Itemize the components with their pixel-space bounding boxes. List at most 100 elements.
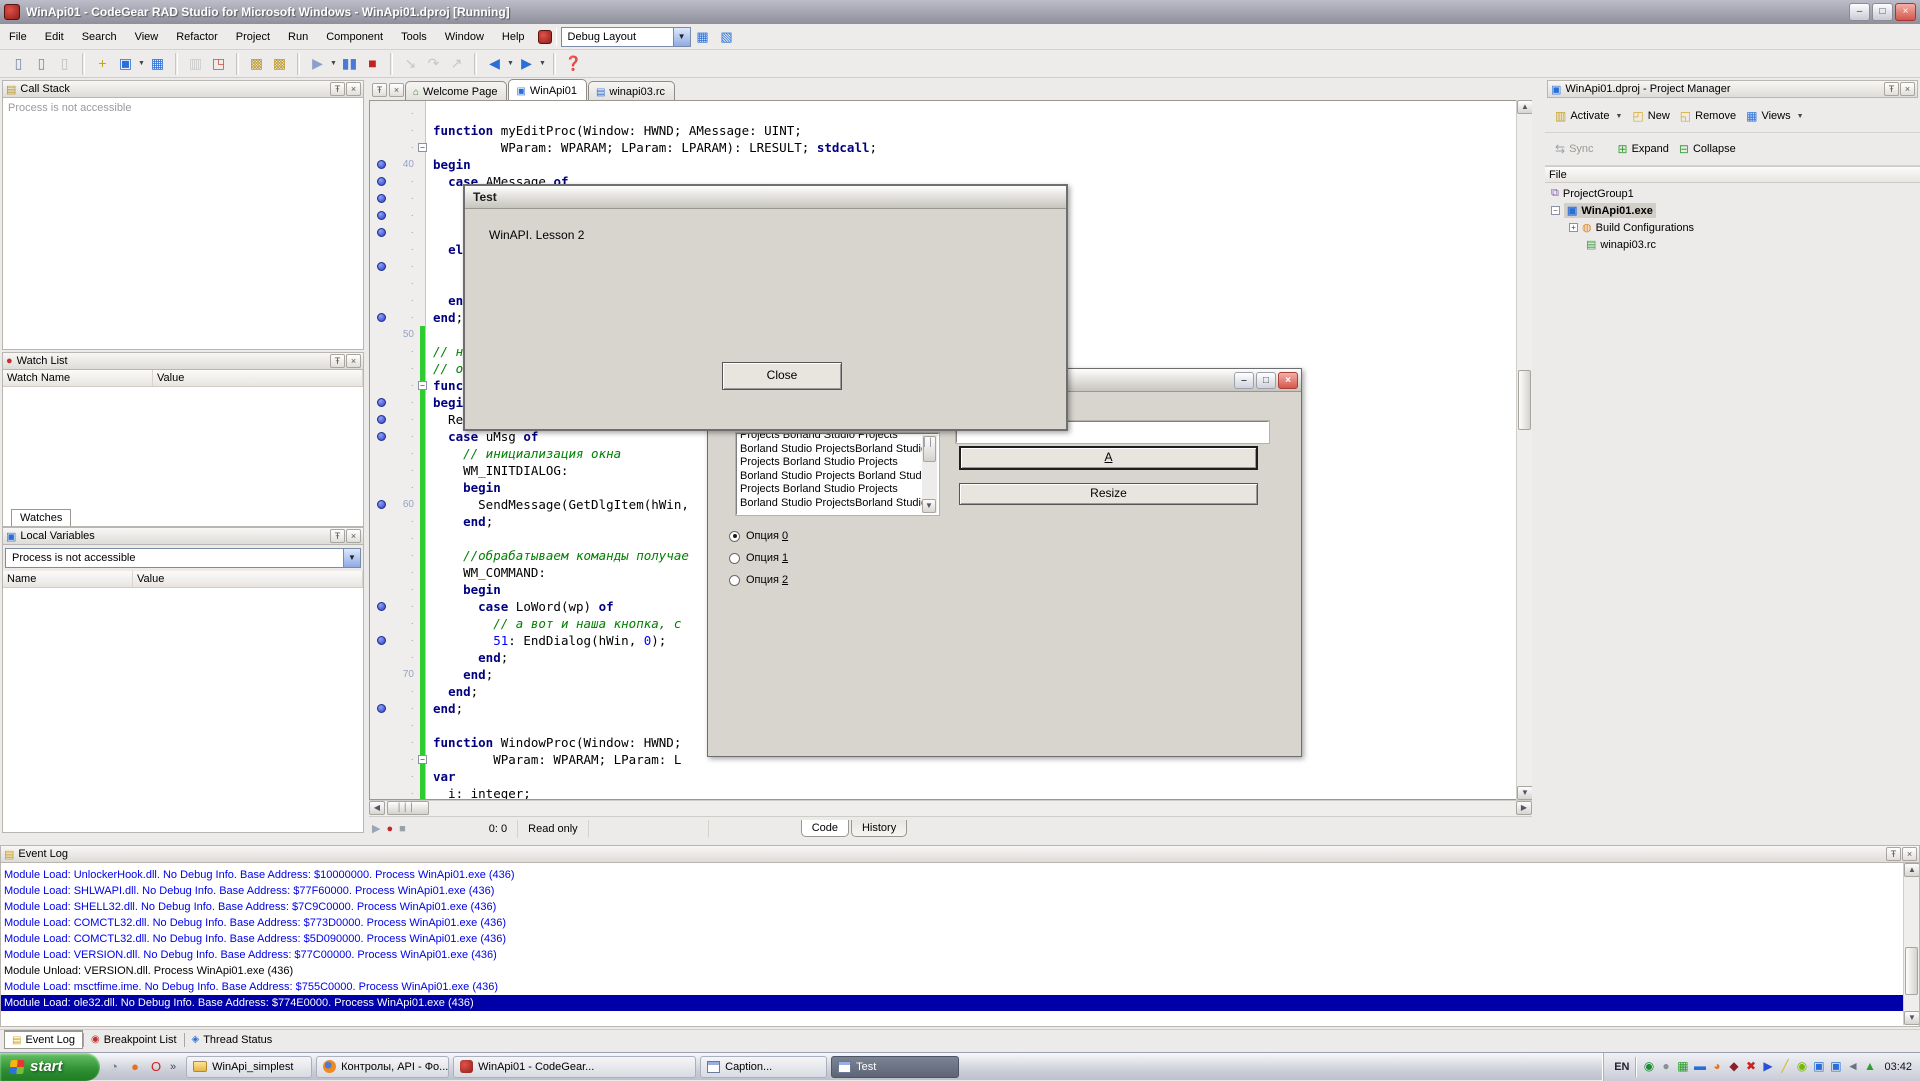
save-all-icon[interactable]: ▥: [184, 52, 207, 75]
new-items-icon[interactable]: +: [91, 52, 114, 75]
watches-tab[interactable]: Watches: [11, 509, 71, 526]
breakpoint-margin[interactable]: [370, 547, 392, 564]
close-icon[interactable]: ×: [346, 354, 361, 368]
file-column-header[interactable]: File: [1545, 166, 1920, 183]
radio-option-1[interactable]: Опция 1: [729, 551, 788, 565]
stop-icon[interactable]: ■: [361, 52, 384, 75]
forward-icon[interactable]: ▶: [515, 52, 538, 75]
event-log-row[interactable]: Module Unload: VERSION.dll. Process WinA…: [1, 963, 1919, 979]
maximize-button[interactable]: □: [1872, 3, 1893, 21]
breakpoint-margin[interactable]: [370, 700, 392, 717]
listbox-item[interactable]: Projects Borland Studio Projects: [737, 456, 923, 470]
dock-tab-thread-status[interactable]: ◈Thread Status: [185, 1030, 280, 1049]
menu-help[interactable]: Help: [493, 27, 534, 47]
breakpoint-margin[interactable]: [370, 207, 392, 224]
scroll-right-icon[interactable]: ▶: [1516, 801, 1532, 815]
breakpoint-margin[interactable]: [370, 717, 392, 734]
a-button[interactable]: A: [959, 446, 1258, 470]
back-icon[interactable]: ◀: [483, 52, 506, 75]
breakpoint-margin[interactable]: [370, 751, 392, 768]
task-button-test[interactable]: Test: [831, 1056, 959, 1078]
tree-item-winapi03-rc[interactable]: ▤ winapi03.rc: [1545, 236, 1920, 253]
breakpoint-margin[interactable]: [370, 377, 392, 394]
breakpoint-margin[interactable]: [370, 649, 392, 666]
pin-icon[interactable]: Ŧ: [372, 83, 387, 97]
tray-grid-icon[interactable]: ▦: [1674, 1058, 1691, 1075]
code-fold-icon[interactable]: −: [418, 143, 427, 152]
editor-vertical-scrollbar[interactable]: ▲ ▼: [1516, 100, 1532, 800]
event-log-list[interactable]: Module Load: UnlockerHook.dll. No Debug …: [0, 863, 1920, 1027]
breakpoint-margin[interactable]: [370, 785, 392, 800]
breakpoint-margin[interactable]: [370, 241, 392, 258]
name-column-header[interactable]: Name: [3, 571, 133, 587]
tree-item-projectgroup[interactable]: ⧉ ProjectGroup1: [1545, 185, 1920, 202]
event-log-row[interactable]: Module Load: SHLWAPI.dll. No Debug Info.…: [1, 883, 1919, 899]
event-log-row[interactable]: Module Load: SHELL32.dll. No Debug Info.…: [1, 899, 1919, 915]
tray-update-icon[interactable]: ▲: [1861, 1058, 1878, 1075]
close-icon[interactable]: ×: [1900, 82, 1915, 96]
tree-item-winapi01-exe[interactable]: − ▣ WinApi01.exe: [1545, 202, 1920, 219]
watch-list-header[interactable]: ● Watch List Ŧ ×: [2, 352, 364, 370]
code-view-tab[interactable]: Code: [801, 820, 849, 837]
set-debug-layout-icon[interactable]: ▧: [715, 26, 739, 48]
run-dropdown-icon[interactable]: ▼: [329, 60, 338, 67]
listbox-item[interactable]: Borland Studio ProjectsBorland Studio: [737, 497, 923, 511]
open-file-dropdown-icon[interactable]: ▼: [137, 60, 146, 67]
breakpoint-margin[interactable]: [370, 564, 392, 581]
breakpoint-margin[interactable]: [370, 496, 392, 513]
breakpoint-margin[interactable]: [370, 445, 392, 462]
breakpoint-margin[interactable]: [370, 258, 392, 275]
menu-tools[interactable]: Tools: [392, 27, 436, 47]
desktop-layout-combo[interactable]: Debug Layout ▼: [561, 27, 691, 47]
tray-play-icon[interactable]: ▶: [1759, 1058, 1776, 1075]
activate-button[interactable]: ▥ Activate▼: [1550, 106, 1627, 126]
tray-sphere-icon[interactable]: ●: [1657, 1058, 1674, 1075]
breakpoint-margin[interactable]: [370, 411, 392, 428]
breakpoint-margin[interactable]: [370, 224, 392, 241]
add-file-icon[interactable]: ▯: [30, 52, 53, 75]
event-log-header[interactable]: ▤ Event Log Ŧ ×: [0, 845, 1920, 863]
close-icon[interactable]: ×: [389, 83, 404, 97]
new-button[interactable]: ◰ New: [1627, 106, 1674, 126]
pin-icon[interactable]: Ŧ: [330, 354, 345, 368]
left-splitter[interactable]: [366, 78, 369, 845]
menu-project[interactable]: Project: [227, 27, 279, 47]
back-dropdown-icon[interactable]: ▼: [506, 60, 515, 67]
expand-button[interactable]: ⊞ Expand: [1613, 139, 1674, 159]
task-button-winapi01-codegear[interactable]: WinApi01 - CodeGear...: [453, 1056, 696, 1078]
trace-into-icon[interactable]: ↘: [399, 52, 422, 75]
tree-item-build-configurations[interactable]: + ◍ Build Configurations: [1545, 219, 1920, 236]
menu-edit[interactable]: Edit: [36, 27, 73, 47]
views-button[interactable]: ▦ Views▼: [1741, 106, 1808, 126]
close-test-button[interactable]: Close: [722, 362, 842, 390]
breakpoint-margin[interactable]: [370, 139, 392, 156]
breakpoint-margin[interactable]: [370, 105, 392, 122]
right-splitter[interactable]: [1532, 78, 1545, 845]
event-log-row[interactable]: Module Load: COMCTL32.dll. No Debug Info…: [1, 931, 1919, 947]
dock-tab-event-log[interactable]: ▤Event Log: [4, 1030, 83, 1049]
language-indicator[interactable]: EN: [1608, 1059, 1635, 1075]
maximize-button[interactable]: □: [1256, 372, 1276, 389]
ql-firefox-icon[interactable]: ●: [126, 1058, 144, 1076]
start-button[interactable]: start: [0, 1053, 100, 1081]
breakpoint-margin[interactable]: [370, 292, 392, 309]
menu-search[interactable]: Search: [73, 27, 126, 47]
event-log-scroll-thumb[interactable]: [1905, 947, 1918, 995]
pause-icon[interactable]: ▮▮: [338, 52, 361, 75]
close-button[interactable]: ×: [1895, 3, 1916, 21]
radio-button-icon[interactable]: [729, 575, 740, 586]
menu-window[interactable]: Window: [436, 27, 493, 47]
editor-tab-winapi03-rc[interactable]: ▤winapi03.rc: [588, 81, 675, 100]
vertical-scroll-thumb[interactable]: [1518, 370, 1531, 430]
breakpoint-margin[interactable]: [370, 734, 392, 751]
listbox-scroll-thumb[interactable]: ▏▏: [923, 436, 936, 462]
forward-dropdown-icon[interactable]: ▼: [538, 60, 547, 67]
close-icon[interactable]: ×: [1902, 847, 1917, 861]
breakpoint-margin[interactable]: [370, 513, 392, 530]
local-variables-frame-combo[interactable]: Process is not accessible ▼: [5, 548, 361, 568]
breakpoint-margin[interactable]: [370, 615, 392, 632]
menu-refactor[interactable]: Refactor: [167, 27, 227, 47]
run-until-return-icon[interactable]: ↗: [445, 52, 468, 75]
expand-node-icon[interactable]: +: [1569, 223, 1578, 232]
open-project-icon[interactable]: ◳: [207, 52, 230, 75]
